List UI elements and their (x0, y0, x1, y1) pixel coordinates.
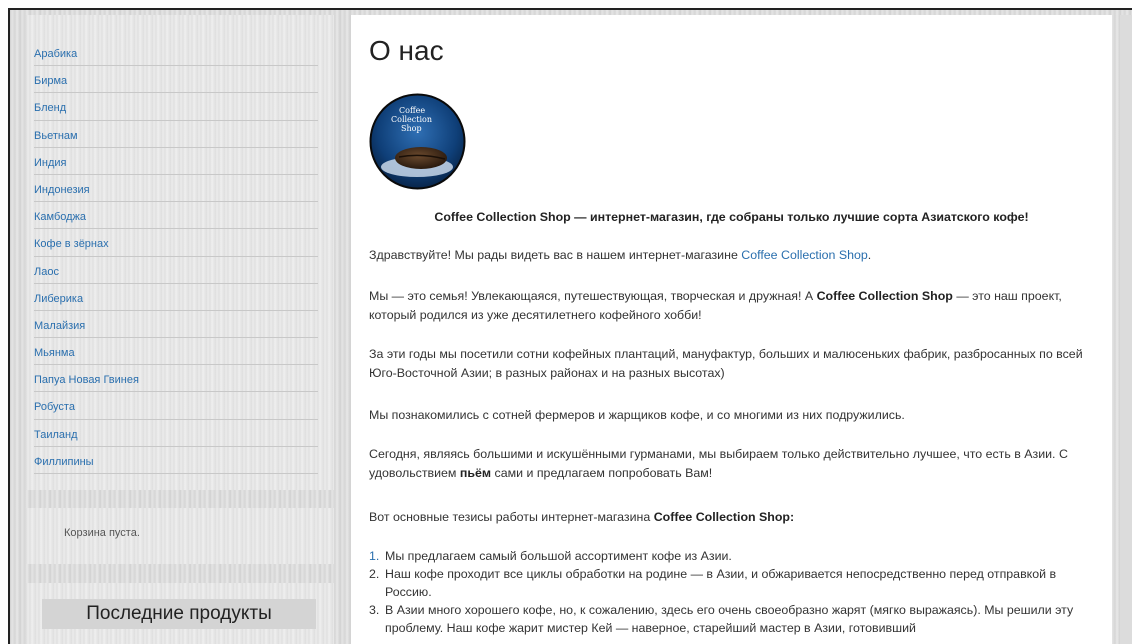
menu-item-malaysia: Малайзия (34, 311, 318, 339)
menu-item-cambodia: Камбоджа (34, 202, 318, 230)
menu-item-liberica: Либерика (34, 284, 318, 311)
recent-products-title: Последние продукты (42, 599, 316, 629)
category-menu: Арабика Бирма Бленд Вьетнам Индия Индоне… (34, 39, 318, 474)
theses-list: 1. Мы предлагаем самый большой ассортимен… (369, 547, 1094, 637)
svg-text:Collection: Collection (391, 115, 432, 124)
menu-link[interactable]: Кофе в зёрнах (34, 238, 109, 250)
menu-link[interactable]: Папуа Новая Гвинея (34, 374, 139, 386)
tagline: Coffee Collection Shop — интернет-магази… (434, 210, 1029, 224)
recent-products-widget: Последние продукты (26, 583, 334, 644)
list-item: 2. Наш кофе проходит все циклы обработки … (369, 567, 1057, 599)
menu-link[interactable]: Бирма (34, 75, 67, 87)
menu-link[interactable]: Камбоджа (34, 211, 86, 223)
family-paragraph: Мы — это семья! Увлекающаяся, путешеству… (369, 289, 1062, 322)
main-content: О нас Coffee Collection Shop Coffee Coll… (351, 15, 1112, 644)
menu-item-laos: Лаос (34, 257, 318, 284)
list-item: 3. В Азии много хорошего кофе, но, к сожа… (369, 603, 1074, 635)
list-item: 1. Мы предлагаем самый большой ассортимен… (369, 549, 732, 563)
farmers-paragraph: Мы познакомились с сотней фермеров и жар… (369, 408, 905, 422)
menu-item-india: Индия (34, 148, 318, 175)
menu-item-thailand: Таиланд (34, 420, 318, 447)
menu-link[interactable]: Вьетнам (34, 130, 78, 142)
cart-widget: Корзина пуста. (26, 508, 334, 564)
menu-link[interactable]: Мьянма (34, 347, 75, 359)
menu-item-png: Папуа Новая Гвинея (34, 365, 318, 393)
menu-item-vietnam: Вьетнам (34, 121, 318, 148)
menu-link[interactable]: Арабика (34, 48, 77, 60)
years-paragraph: За эти годы мы посетили сотни кофейных п… (369, 347, 1083, 380)
menu-item-blend: Бленд (34, 93, 318, 121)
menu-link[interactable]: Филлипины (34, 456, 94, 468)
menu-link[interactable]: Либерика (34, 293, 83, 305)
frame-left (0, 0, 8, 644)
menu-link[interactable]: Индия (34, 157, 67, 169)
svg-text:Coffee: Coffee (399, 106, 425, 115)
frame-border-left (8, 8, 10, 644)
frame-top (0, 0, 1132, 8)
menu-item-beans: Кофе в зёрнах (34, 229, 318, 257)
menu-item-philippines: Филлипины (34, 447, 318, 474)
svg-text:Shop: Shop (401, 124, 422, 133)
menu-link[interactable]: Малайзия (34, 320, 85, 332)
menu-item-burma: Бирма (34, 66, 318, 94)
today-paragraph: Сегодня, являясь большими и искушёнными … (369, 447, 1068, 480)
theses-paragraph: Вот основные тезисы работы интернет-мага… (369, 510, 795, 524)
shop-link[interactable]: Coffee Collection Shop (741, 248, 868, 262)
menu-link[interactable]: Индонезия (34, 184, 90, 196)
category-menu-widget: Арабика Бирма Бленд Вьетнам Индия Индоне… (26, 15, 334, 490)
menu-link[interactable]: Бленд (34, 102, 66, 114)
menu-item-indonesia: Индонезия (34, 175, 318, 203)
greeting-paragraph: Здравствуйте! Мы рады видеть вас в нашем… (369, 248, 872, 262)
page-title: О нас (369, 35, 444, 66)
menu-item-myanmar: Мьянма (34, 338, 318, 366)
menu-item-arabica: Арабика (34, 39, 318, 67)
menu-item-robusta: Робуста (34, 392, 318, 420)
menu-link[interactable]: Лаос (34, 266, 59, 278)
menu-link[interactable]: Робуста (34, 401, 75, 413)
frame-border-top (8, 8, 1132, 10)
coffee-collection-logo: Coffee Collection Shop (369, 93, 466, 190)
page-scrollbar[interactable] (1120, 15, 1132, 644)
menu-link[interactable]: Таиланд (34, 429, 78, 441)
cart-empty-text: Корзина пуста. (64, 527, 140, 539)
